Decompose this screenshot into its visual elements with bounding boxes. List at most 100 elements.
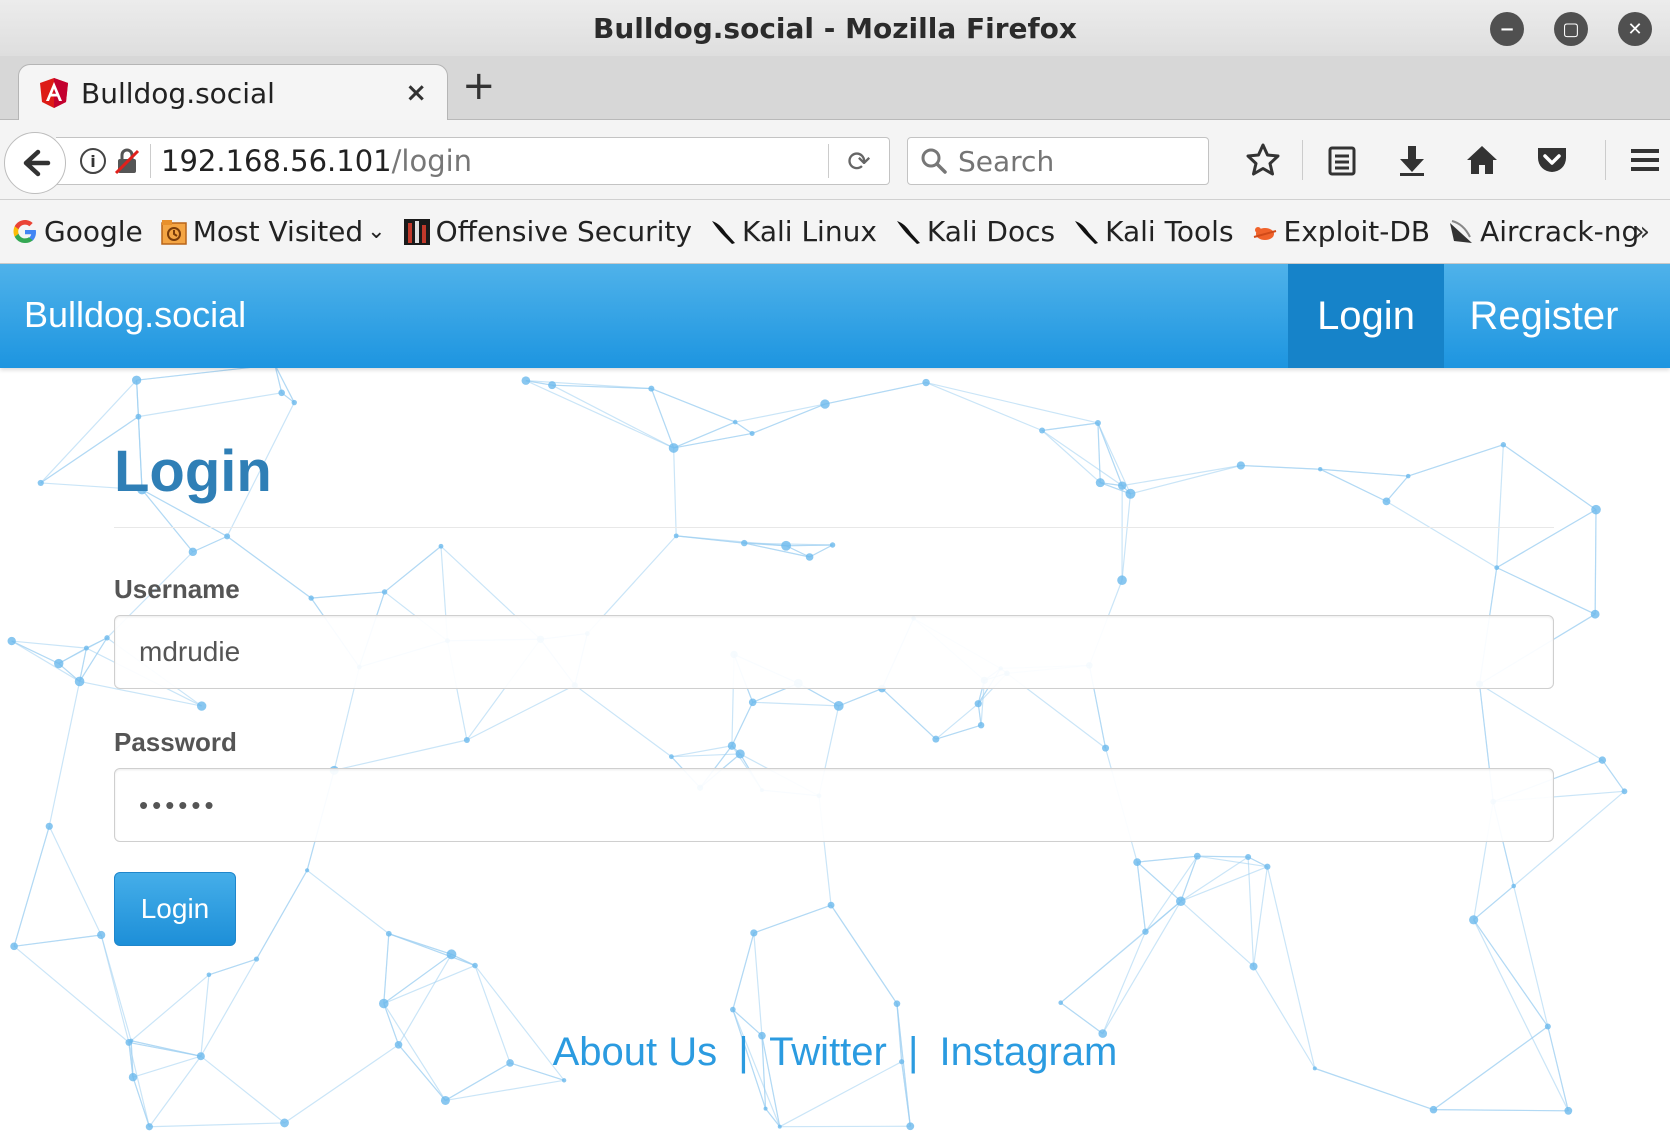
bookmark-label: Aircrack-ng (1480, 215, 1640, 248)
kali-icon (1075, 220, 1099, 244)
tab-close-icon[interactable]: × (405, 78, 427, 108)
back-button[interactable] (4, 132, 66, 194)
bookmark-offensive-security[interactable]: Offensive Security (402, 215, 692, 248)
hamburger-menu-icon (1631, 149, 1659, 171)
footer-separator: | (907, 1030, 919, 1074)
url-path: /login (391, 144, 473, 178)
network-node (10, 942, 18, 951)
tab-title: Bulldog.social (81, 76, 275, 110)
reload-icon[interactable]: ⟳ (829, 145, 889, 178)
network-node (54, 658, 64, 669)
about-us-link[interactable]: About Us (553, 1030, 718, 1074)
password-field[interactable]: •••••• (114, 768, 1554, 842)
new-tab-button[interactable]: + (462, 66, 496, 106)
url-bar[interactable]: i 192.168.56.101/login ⟳ (56, 137, 890, 185)
bookmark-star-button[interactable] (1228, 134, 1298, 186)
chevron-down-icon: ⌄ (367, 219, 386, 244)
network-node (74, 676, 85, 687)
network-node (1564, 1106, 1573, 1115)
home-button[interactable] (1447, 134, 1517, 186)
network-node (1621, 788, 1628, 795)
bookmark-kali-docs[interactable]: Kali Docs (893, 215, 1055, 248)
network-node (1429, 1105, 1438, 1114)
username-field[interactable]: mdrudie (114, 615, 1554, 689)
home-icon (1467, 146, 1497, 174)
footer-separator: | (738, 1030, 749, 1074)
kali-icon (896, 220, 920, 244)
network-node (45, 822, 53, 830)
network-node (440, 1095, 450, 1105)
network-node (1591, 504, 1601, 515)
bookmark-label: Exploit-DB (1283, 215, 1431, 248)
network-node (472, 962, 478, 969)
star-icon (1246, 143, 1280, 176)
network-node (37, 479, 44, 487)
password-label: Password (114, 727, 237, 757)
menu-button[interactable] (1610, 134, 1670, 186)
downloads-button[interactable] (1377, 134, 1447, 186)
url-host: 192.168.56.101 (161, 144, 392, 178)
window-titlebar: Bulldog.social - Mozilla Firefox − ▢ ✕ (0, 0, 1670, 56)
network-node (893, 1000, 901, 1007)
download-icon (1400, 146, 1424, 176)
nav-login-link[interactable]: Login (1288, 264, 1444, 368)
search-bar[interactable] (907, 137, 1209, 185)
network-node (1544, 1023, 1551, 1030)
network-line (1473, 919, 1569, 1112)
search-input[interactable] (958, 144, 1198, 178)
search-icon (921, 148, 947, 174)
footer-links: About Us | Twitter | Instagram (0, 1030, 1670, 1075)
network-node (104, 635, 110, 641)
reading-list-button[interactable] (1307, 134, 1377, 186)
info-icon[interactable]: i (80, 148, 106, 174)
network-node (763, 1106, 768, 1111)
pocket-button[interactable] (1517, 134, 1587, 186)
nav-register-link[interactable]: Register (1444, 264, 1644, 368)
bookmarks-overflow-icon[interactable]: » (1634, 217, 1650, 247)
bookmark-label: Kali Docs (926, 215, 1056, 248)
pocket-icon (1538, 148, 1566, 172)
offsec-icon (403, 218, 430, 245)
navigation-toolbar: i 192.168.56.101/login ⟳ (0, 120, 1670, 200)
twitter-link[interactable]: Twitter (769, 1030, 887, 1074)
network-line (48, 681, 81, 827)
bookmark-label: Most Visited (192, 215, 364, 248)
url-text[interactable]: 192.168.56.101/login (161, 144, 828, 178)
network-line (1433, 1109, 1569, 1112)
bookmark-kali-linux[interactable]: Kali Linux (708, 215, 877, 248)
network-node (206, 972, 212, 978)
bookmark-most-visited[interactable]: Most Visited ⌄ (159, 215, 386, 248)
bookmark-label: Google (44, 215, 143, 248)
network-line (753, 932, 763, 1036)
network-line (13, 945, 130, 1043)
network-node (253, 956, 260, 962)
login-submit-button[interactable]: Login (114, 872, 236, 946)
instagram-link[interactable]: Instagram (940, 1030, 1118, 1074)
network-line (100, 934, 130, 1043)
page-viewport: Bulldog.social Login Register Login User… (0, 264, 1670, 1134)
login-form: Login Username mdrudie Password •••••• L… (114, 368, 1554, 946)
close-window-icon[interactable]: ✕ (1618, 12, 1652, 46)
exploitdb-icon (1253, 226, 1276, 240)
network-node (777, 1124, 782, 1129)
network-node (906, 1122, 915, 1131)
url-separator (150, 144, 151, 178)
network-line (132, 1077, 150, 1127)
bookmark-exploit-db[interactable]: Exploit-DB (1250, 215, 1431, 248)
toolbar-icons (1228, 134, 1670, 186)
minimize-icon[interactable]: − (1490, 12, 1524, 46)
site-brand-link[interactable]: Bulldog.social (24, 294, 246, 336)
maximize-icon[interactable]: ▢ (1554, 12, 1588, 46)
reader-icon (1328, 146, 1356, 176)
tab-bulldog-social[interactable]: Bulldog.social × (18, 64, 448, 121)
bookmark-aircrack-ng[interactable]: Aircrack-ng (1446, 215, 1639, 248)
bookmark-kali-tools[interactable]: Kali Tools (1071, 215, 1234, 248)
bookmark-label: Offensive Security (435, 215, 692, 248)
network-node (1590, 609, 1600, 619)
insecure-lock-icon[interactable] (114, 147, 140, 175)
tab-strip: Bulldog.social × + (0, 56, 1670, 121)
network-line (58, 647, 87, 665)
site-navbar: Bulldog.social Login Register (0, 264, 1670, 368)
network-node (561, 1078, 567, 1083)
bookmark-google[interactable]: Google (10, 215, 143, 248)
